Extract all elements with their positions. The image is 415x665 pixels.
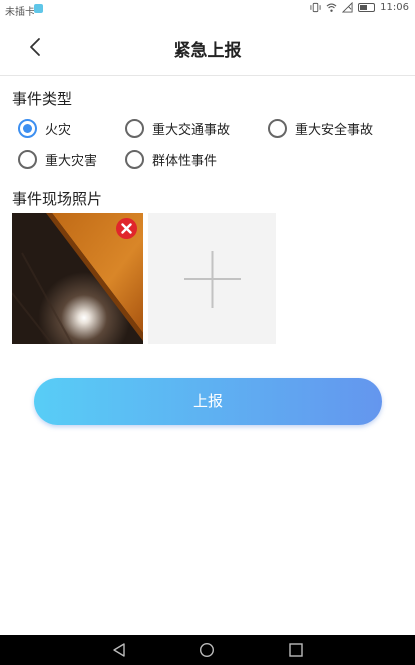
radio-safety-accident[interactable]: 重大安全事故 [268, 119, 373, 138]
add-photo-button[interactable] [148, 213, 276, 344]
event-type-title: 事件类型 [12, 90, 73, 108]
radio-checked-icon [18, 119, 37, 138]
clock: 11:06 [380, 2, 409, 13]
system-nav-bar [0, 635, 415, 665]
recents-square-icon[interactable] [288, 642, 304, 658]
back-triangle-icon[interactable] [111, 642, 127, 658]
radio-mass-incident[interactable]: 群体性事件 [125, 150, 217, 169]
header-bar: 紧急上报 [0, 18, 415, 76]
vibrate-icon [310, 2, 321, 13]
radio-label: 重大灾害 [45, 154, 98, 169]
radio-label: 群体性事件 [152, 154, 218, 169]
radio-unchecked-icon [268, 119, 287, 138]
radio-unchecked-icon [125, 150, 144, 169]
status-icons: 11:06 [310, 2, 409, 13]
radio-label: 重大安全事故 [295, 123, 374, 138]
sim-badge-icon [34, 4, 43, 13]
battery-icon [358, 3, 376, 12]
home-circle-icon[interactable] [199, 642, 215, 658]
wifi-icon [326, 3, 337, 12]
carrier-label: 未插卡 [5, 7, 35, 18]
radio-label: 火灾 [45, 123, 72, 138]
radio-fire[interactable]: 火灾 [18, 119, 71, 138]
photos-title: 事件现场照片 [12, 190, 103, 208]
radio-unchecked-icon [18, 150, 37, 169]
radio-disaster[interactable]: 重大灾害 [18, 150, 97, 169]
plus-icon [184, 251, 241, 308]
radio-unchecked-icon [125, 119, 144, 138]
close-icon[interactable] [116, 218, 137, 239]
page-title: 紧急上报 [173, 41, 242, 61]
submit-button[interactable]: 上报 [34, 378, 382, 425]
radio-traffic-accident[interactable]: 重大交通事故 [125, 119, 230, 138]
status-bar: 未插卡 11:06 [0, 0, 415, 18]
radio-label: 重大交通事故 [152, 123, 231, 138]
no-signal-icon [342, 2, 353, 13]
